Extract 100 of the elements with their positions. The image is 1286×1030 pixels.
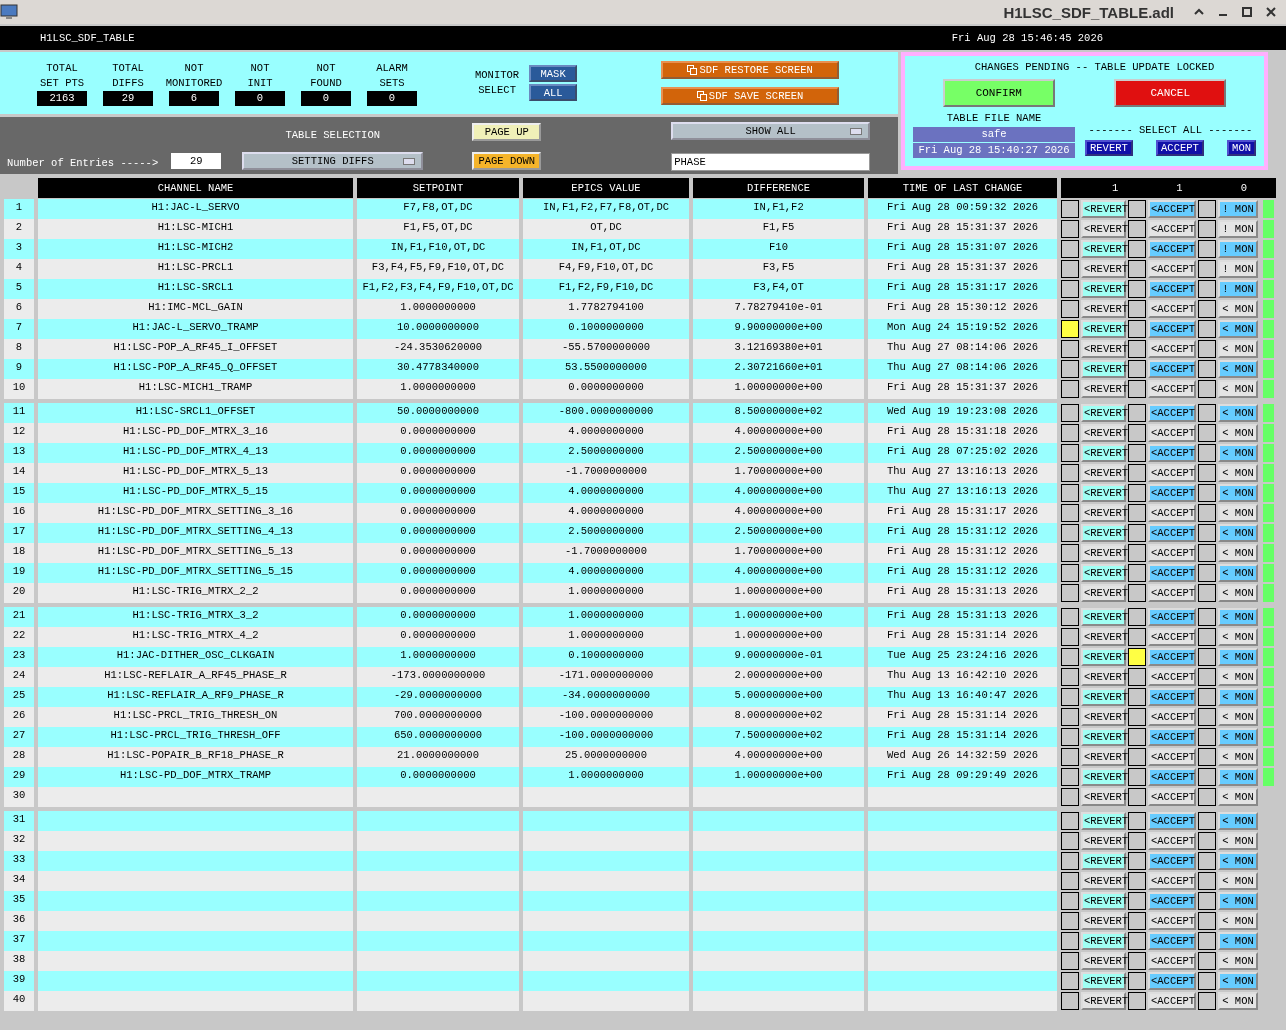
- select-checkbox[interactable]: [1061, 300, 1079, 318]
- monitor-button[interactable]: < MON: [1218, 320, 1258, 338]
- select-checkbox[interactable]: [1061, 648, 1079, 666]
- accept-button[interactable]: <ACCEPT: [1148, 608, 1196, 626]
- select-checkbox[interactable]: [1128, 404, 1146, 422]
- select-checkbox[interactable]: [1061, 668, 1079, 686]
- select-checkbox[interactable]: [1061, 748, 1079, 766]
- select-all-button[interactable]: ACCEPT: [1156, 140, 1204, 156]
- monitor-select-button[interactable]: MASK: [529, 65, 578, 82]
- select-checkbox[interactable]: [1198, 768, 1216, 786]
- select-checkbox[interactable]: [1198, 380, 1216, 398]
- monitor-button[interactable]: < MON: [1218, 872, 1258, 890]
- accept-button[interactable]: <ACCEPT: [1148, 564, 1196, 582]
- select-checkbox[interactable]: [1128, 340, 1146, 358]
- select-checkbox[interactable]: [1061, 380, 1079, 398]
- accept-button[interactable]: <ACCEPT: [1148, 240, 1196, 258]
- monitor-button[interactable]: < MON: [1218, 564, 1258, 582]
- select-checkbox[interactable]: [1061, 564, 1079, 582]
- revert-button[interactable]: <REVERT: [1081, 748, 1126, 766]
- select-checkbox[interactable]: [1198, 484, 1216, 502]
- revert-button[interactable]: <REVERT: [1081, 200, 1126, 218]
- select-checkbox[interactable]: [1198, 952, 1216, 970]
- monitor-button[interactable]: < MON: [1218, 688, 1258, 706]
- select-checkbox[interactable]: [1198, 872, 1216, 890]
- accept-button[interactable]: <ACCEPT: [1148, 320, 1196, 338]
- select-checkbox[interactable]: [1061, 952, 1079, 970]
- select-checkbox[interactable]: [1198, 852, 1216, 870]
- revert-button[interactable]: <REVERT: [1081, 424, 1126, 442]
- select-checkbox[interactable]: [1198, 628, 1216, 646]
- select-checkbox[interactable]: [1198, 932, 1216, 950]
- monitor-button[interactable]: < MON: [1218, 300, 1258, 318]
- accept-button[interactable]: <ACCEPT: [1148, 424, 1196, 442]
- monitor-button[interactable]: < MON: [1218, 524, 1258, 542]
- select-checkbox[interactable]: [1198, 240, 1216, 258]
- accept-button[interactable]: <ACCEPT: [1148, 852, 1196, 870]
- monitor-button[interactable]: < MON: [1218, 404, 1258, 422]
- select-checkbox[interactable]: [1061, 768, 1079, 786]
- select-checkbox[interactable]: [1128, 524, 1146, 542]
- revert-button[interactable]: <REVERT: [1081, 668, 1126, 686]
- accept-button[interactable]: <ACCEPT: [1148, 668, 1196, 686]
- monitor-button[interactable]: < MON: [1218, 892, 1258, 910]
- select-checkbox[interactable]: [1061, 464, 1079, 482]
- select-checkbox[interactable]: [1128, 220, 1146, 238]
- revert-button[interactable]: <REVERT: [1081, 812, 1126, 830]
- revert-button[interactable]: <REVERT: [1081, 872, 1126, 890]
- select-checkbox[interactable]: [1128, 240, 1146, 258]
- select-checkbox[interactable]: [1128, 628, 1146, 646]
- accept-button[interactable]: <ACCEPT: [1148, 708, 1196, 726]
- select-all-button[interactable]: MON: [1227, 140, 1256, 156]
- select-checkbox[interactable]: [1061, 728, 1079, 746]
- revert-button[interactable]: <REVERT: [1081, 628, 1126, 646]
- monitor-select-button[interactable]: ALL: [529, 84, 578, 101]
- select-checkbox[interactable]: [1128, 484, 1146, 502]
- revert-button[interactable]: <REVERT: [1081, 280, 1126, 298]
- revert-button[interactable]: <REVERT: [1081, 444, 1126, 462]
- revert-button[interactable]: <REVERT: [1081, 992, 1126, 1010]
- monitor-button[interactable]: < MON: [1218, 748, 1258, 766]
- select-checkbox[interactable]: [1128, 812, 1146, 830]
- filter-dropdown[interactable]: SHOW ALL: [671, 122, 871, 140]
- monitor-button[interactable]: ! MON: [1218, 220, 1258, 238]
- monitor-button[interactable]: < MON: [1218, 444, 1258, 462]
- select-checkbox[interactable]: [1061, 404, 1079, 422]
- monitor-button[interactable]: < MON: [1218, 952, 1258, 970]
- revert-button[interactable]: <REVERT: [1081, 404, 1126, 422]
- revert-button[interactable]: <REVERT: [1081, 688, 1126, 706]
- select-checkbox[interactable]: [1198, 360, 1216, 378]
- revert-button[interactable]: <REVERT: [1081, 524, 1126, 542]
- select-checkbox[interactable]: [1128, 424, 1146, 442]
- select-checkbox[interactable]: [1128, 952, 1146, 970]
- monitor-button[interactable]: < MON: [1218, 708, 1258, 726]
- select-checkbox[interactable]: [1128, 584, 1146, 602]
- monitor-button[interactable]: < MON: [1218, 464, 1258, 482]
- accept-button[interactable]: <ACCEPT: [1148, 728, 1196, 746]
- select-checkbox[interactable]: [1128, 648, 1146, 666]
- revert-button[interactable]: <REVERT: [1081, 240, 1126, 258]
- accept-button[interactable]: <ACCEPT: [1148, 872, 1196, 890]
- monitor-button[interactable]: < MON: [1218, 584, 1258, 602]
- revert-button[interactable]: <REVERT: [1081, 972, 1126, 990]
- select-checkbox[interactable]: [1198, 260, 1216, 278]
- accept-button[interactable]: <ACCEPT: [1148, 340, 1196, 358]
- select-checkbox[interactable]: [1061, 788, 1079, 806]
- accept-button[interactable]: <ACCEPT: [1148, 748, 1196, 766]
- select-checkbox[interactable]: [1198, 584, 1216, 602]
- select-checkbox[interactable]: [1061, 688, 1079, 706]
- accept-button[interactable]: <ACCEPT: [1148, 832, 1196, 850]
- select-checkbox[interactable]: [1128, 668, 1146, 686]
- select-checkbox[interactable]: [1198, 728, 1216, 746]
- select-checkbox[interactable]: [1061, 992, 1079, 1010]
- select-checkbox[interactable]: [1128, 464, 1146, 482]
- select-checkbox[interactable]: [1198, 892, 1216, 910]
- revert-button[interactable]: <REVERT: [1081, 768, 1126, 786]
- monitor-button[interactable]: < MON: [1218, 608, 1258, 626]
- select-checkbox[interactable]: [1198, 220, 1216, 238]
- monitor-button[interactable]: < MON: [1218, 992, 1258, 1010]
- select-checkbox[interactable]: [1198, 812, 1216, 830]
- select-checkbox[interactable]: [1198, 544, 1216, 562]
- select-checkbox[interactable]: [1198, 424, 1216, 442]
- select-checkbox[interactable]: [1128, 992, 1146, 1010]
- accept-button[interactable]: <ACCEPT: [1148, 200, 1196, 218]
- monitor-button[interactable]: ! MON: [1218, 240, 1258, 258]
